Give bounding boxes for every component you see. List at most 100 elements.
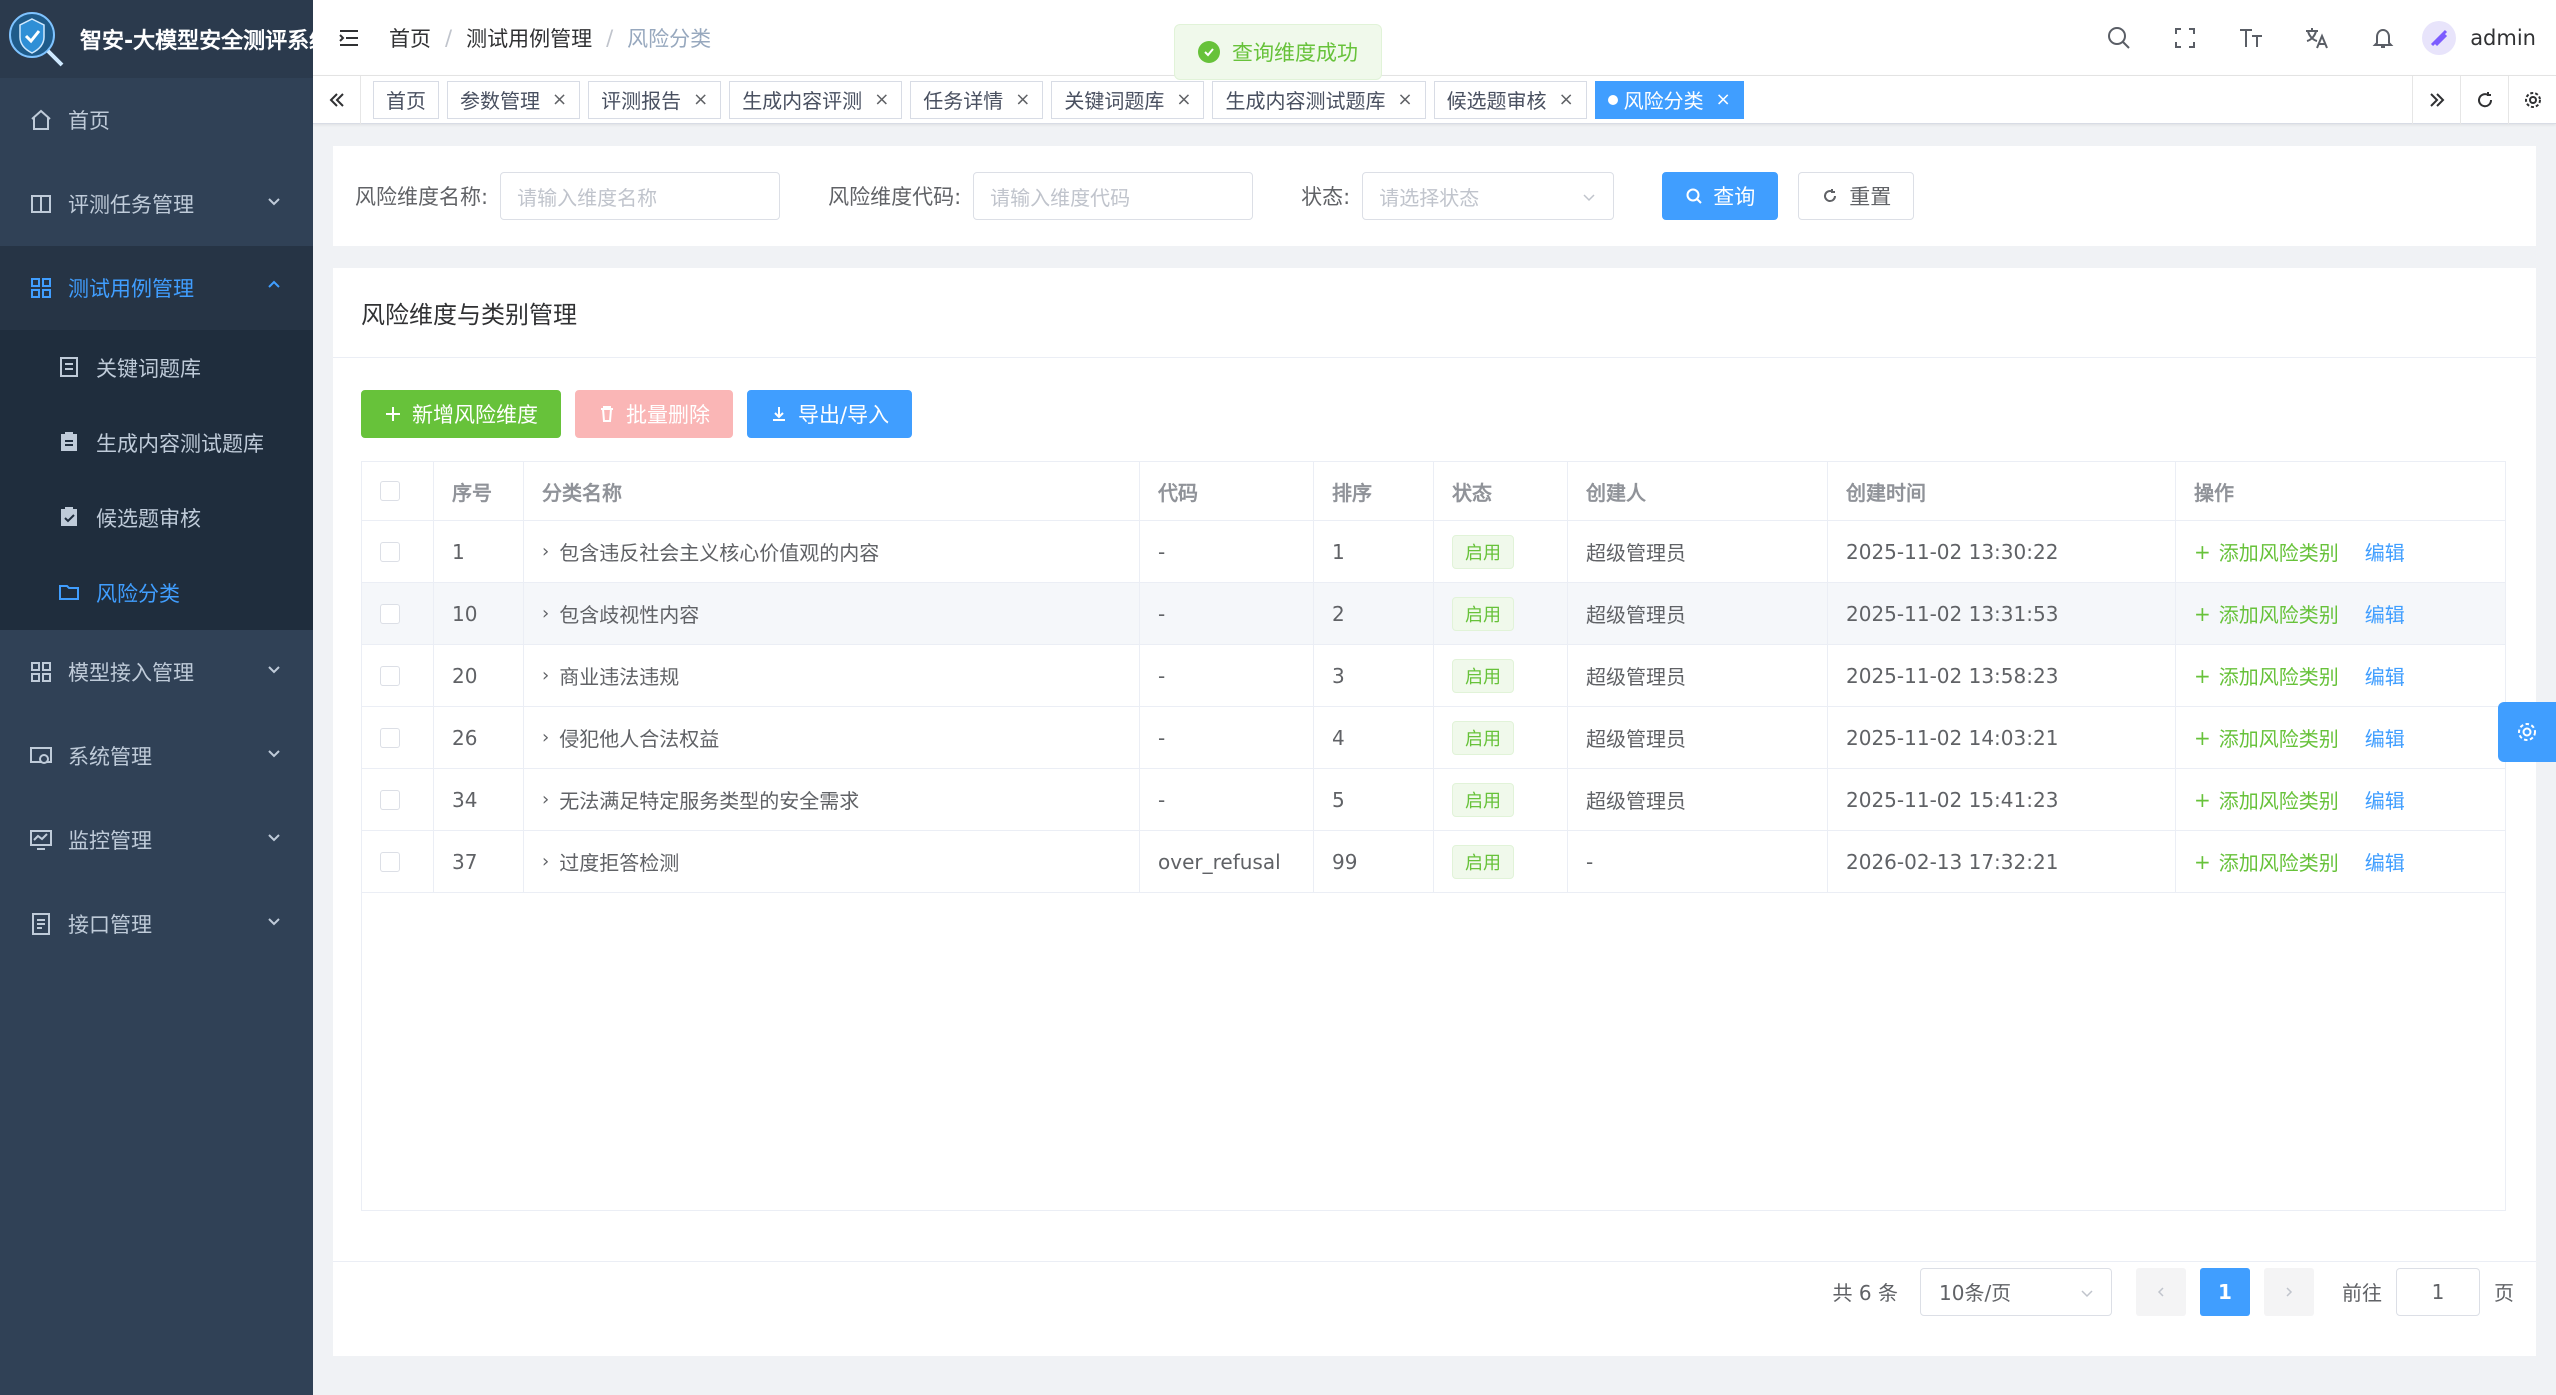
table-row[interactable]: 26 › 侵犯他人合法权益 - 4 启用 超级管理员 2025-11-02 14:… — [362, 707, 2505, 769]
settings-icon[interactable] — [2508, 76, 2556, 124]
batch-delete-button[interactable]: 批量删除 — [575, 390, 733, 438]
refresh-icon[interactable] — [2460, 76, 2508, 124]
tag-risk-category[interactable]: 风险分类 × — [1594, 80, 1744, 119]
prev-page-button[interactable] — [2136, 1267, 2186, 1316]
add-category-link[interactable]: + 添加风险类别 — [2194, 723, 2339, 752]
row-checkbox[interactable] — [380, 789, 400, 810]
font-size-icon[interactable] — [2218, 0, 2284, 76]
sidebar-item-eval-tasks[interactable]: 评测任务管理 — [0, 162, 313, 246]
add-category-link[interactable]: + 添加风险类别 — [2194, 537, 2339, 566]
fullscreen-icon[interactable] — [2152, 0, 2218, 76]
breadcrumb-home[interactable]: 首页 — [389, 23, 431, 53]
status-select[interactable]: 请选择状态 — [1362, 172, 1615, 220]
col-header-creator[interactable]: 创建人 — [1568, 462, 1828, 520]
system-icon — [28, 743, 54, 769]
tag-content-bank[interactable]: 生成内容测试题库 × — [1212, 80, 1426, 119]
close-icon[interactable]: × — [1397, 89, 1412, 110]
sidebar-subitem-keyword-bank[interactable]: 关键词题库 — [0, 330, 313, 405]
sidebar-subitem-candidate-review[interactable]: 候选题审核 — [0, 480, 313, 555]
tag-label: 参数管理 — [460, 89, 540, 113]
tag-keyword-bank[interactable]: 关键词题库 × — [1051, 80, 1205, 119]
table-row[interactable]: 34 › 无法满足特定服务类型的安全需求 - 5 启用 超级管理员 2025-11… — [362, 769, 2505, 831]
sidebar-item-system[interactable]: 系统管理 — [0, 714, 313, 798]
edit-link[interactable]: 编辑 — [2365, 847, 2405, 876]
row-checkbox[interactable] — [380, 541, 400, 562]
select-all-checkbox[interactable] — [380, 481, 400, 501]
col-header-created[interactable]: 创建时间 — [1828, 462, 2176, 520]
tag-candidate-review[interactable]: 候选题审核 × — [1433, 80, 1587, 119]
breadcrumb-test-cases[interactable]: 测试用例管理 — [466, 23, 592, 53]
page-goto: 前往 1 页 — [2342, 1267, 2514, 1316]
sidebar-item-test-cases[interactable]: 测试用例管理 — [0, 246, 313, 330]
app-logo[interactable]: 智安-大模型安全测评系统 — [0, 0, 313, 78]
row-checkbox[interactable] — [380, 665, 400, 686]
dimension-code-input[interactable]: 请输入维度代码 — [973, 172, 1254, 220]
sidebar-item-api[interactable]: 接口管理 — [0, 882, 313, 966]
table-row[interactable]: 10 › 包含歧视性内容 - 2 启用 超级管理员 2025-11-02 13:3… — [362, 583, 2505, 645]
add-category-link[interactable]: + 添加风险类别 — [2194, 847, 2339, 876]
row-checkbox[interactable] — [380, 603, 400, 624]
floating-settings-button[interactable] — [2498, 702, 2556, 762]
close-icon[interactable]: × — [1559, 89, 1574, 110]
goto-page-input[interactable]: 1 — [2396, 1267, 2480, 1316]
close-icon[interactable]: × — [552, 89, 567, 110]
tag-task-detail[interactable]: 任务详情 × — [910, 80, 1044, 119]
expand-chevron-icon[interactable]: › — [542, 603, 549, 624]
add-category-link[interactable]: + 添加风险类别 — [2194, 661, 2339, 690]
next-page-button[interactable] — [2264, 1267, 2314, 1316]
edit-link[interactable]: 编辑 — [2365, 785, 2405, 814]
status-badge: 启用 — [1452, 658, 1514, 693]
add-dimension-button[interactable]: 新增风险维度 — [361, 390, 561, 438]
col-header-code[interactable]: 代码 — [1140, 462, 1314, 520]
tag-home[interactable]: 首页 — [373, 80, 439, 119]
col-header-name[interactable]: 分类名称 — [524, 462, 1140, 520]
page-number-current[interactable]: 1 — [2200, 1267, 2250, 1316]
sidebar-subitem-content-bank[interactable]: 生成内容测试题库 — [0, 405, 313, 480]
col-header-id[interactable]: 序号 — [434, 462, 524, 520]
reset-button[interactable]: 重置 — [1798, 172, 1915, 220]
add-category-link[interactable]: + 添加风险类别 — [2194, 599, 2339, 628]
dimension-name-input[interactable]: 请输入维度名称 — [500, 172, 781, 220]
expand-chevron-icon[interactable]: › — [542, 851, 549, 872]
translate-icon[interactable] — [2284, 0, 2350, 76]
expand-chevron-icon[interactable]: › — [542, 541, 549, 562]
close-icon[interactable]: × — [1716, 89, 1731, 110]
sidebar-subitem-risk-category[interactable]: 风险分类 — [0, 555, 313, 630]
col-header-sort[interactable]: 排序 — [1314, 462, 1434, 520]
sidebar-item-monitor[interactable]: 监控管理 — [0, 798, 313, 882]
hamburger-icon[interactable] — [337, 23, 367, 53]
tag-params[interactable]: 参数管理 × — [447, 80, 581, 119]
sidebar-item-home[interactable]: 首页 — [0, 78, 313, 162]
page-size-select[interactable]: 10条/页 — [1920, 1267, 2112, 1316]
expand-chevron-icon[interactable]: › — [542, 665, 549, 686]
tag-report[interactable]: 评测报告 × — [588, 80, 722, 119]
edit-link[interactable]: 编辑 — [2365, 661, 2405, 690]
tag-content-eval[interactable]: 生成内容评测 × — [729, 80, 903, 119]
query-button[interactable]: 查询 — [1662, 172, 1779, 220]
export-import-button[interactable]: 导出/导入 — [747, 390, 913, 438]
edit-link[interactable]: 编辑 — [2365, 599, 2405, 628]
table-row[interactable]: 20 › 商业违法违规 - 3 启用 超级管理员 2025-11-02 13:58… — [362, 645, 2505, 707]
close-icon[interactable]: × — [874, 89, 889, 110]
row-checkbox[interactable] — [380, 851, 400, 872]
edit-link[interactable]: 编辑 — [2365, 723, 2405, 752]
table-row[interactable]: 37 › 过度拒答检测 over_refusal 99 启用 - 2026-02-… — [362, 831, 2505, 893]
tags-scroll-right-icon[interactable] — [2412, 76, 2460, 124]
tags-scroll-left-icon[interactable] — [313, 75, 361, 124]
expand-chevron-icon[interactable]: › — [542, 727, 549, 748]
col-header-status[interactable]: 状态 — [1434, 462, 1568, 520]
table-row[interactable]: 1 › 包含违反社会主义核心价值观的内容 - 1 启用 超级管理员 2025-11… — [362, 521, 2505, 583]
search-icon[interactable] — [2086, 0, 2152, 76]
close-icon[interactable]: × — [1015, 89, 1030, 110]
bell-icon[interactable] — [2350, 0, 2416, 76]
add-category-label: 添加风险类别 — [2218, 851, 2339, 875]
close-icon[interactable]: × — [1176, 89, 1191, 110]
close-icon[interactable]: × — [693, 89, 708, 110]
expand-chevron-icon[interactable]: › — [542, 789, 549, 810]
navbar: 首页 / 测试用例管理 / 风险分类 admin — [313, 0, 2556, 76]
sidebar-item-model-access[interactable]: 模型接入管理 — [0, 630, 313, 714]
edit-link[interactable]: 编辑 — [2365, 537, 2405, 566]
row-checkbox[interactable] — [380, 727, 400, 748]
add-category-link[interactable]: + 添加风险类别 — [2194, 785, 2339, 814]
user-menu[interactable]: admin — [2422, 21, 2536, 55]
